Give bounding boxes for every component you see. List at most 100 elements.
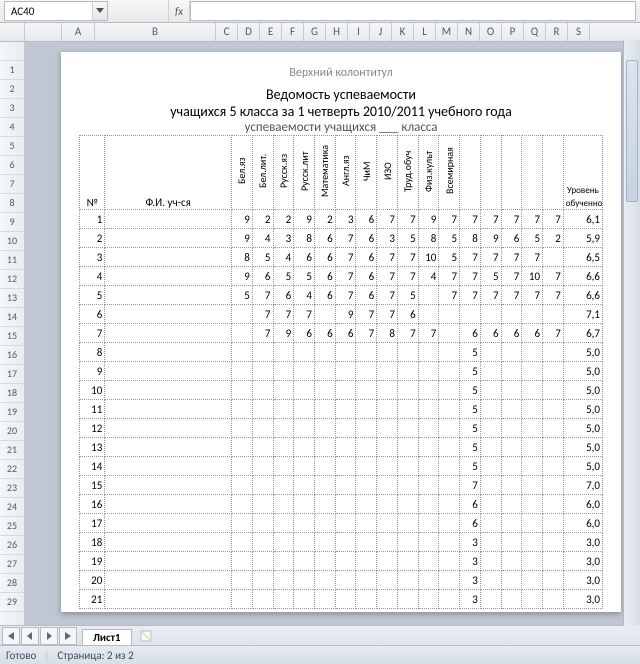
sheet-nav-first-icon[interactable] bbox=[2, 627, 20, 645]
cell-name[interactable] bbox=[105, 514, 232, 533]
cell-grade-6[interactable]: 6 bbox=[356, 210, 377, 229]
cell-grade-0[interactable] bbox=[232, 400, 253, 419]
column-header-N[interactable]: N bbox=[458, 23, 480, 41]
cell-grade-15[interactable] bbox=[543, 305, 564, 324]
cell-no[interactable]: 16 bbox=[80, 495, 105, 514]
cell-grade-1[interactable]: 2 bbox=[252, 210, 273, 229]
cell-grade-0[interactable] bbox=[232, 457, 253, 476]
cell-grade-13[interactable] bbox=[501, 495, 522, 514]
cell-grade-11[interactable]: 6 bbox=[460, 324, 481, 343]
cell-grade-1[interactable] bbox=[252, 438, 273, 457]
row-header[interactable]: 27 bbox=[0, 555, 24, 574]
cell-grade-5[interactable] bbox=[335, 419, 356, 438]
cell-grade-8[interactable] bbox=[397, 438, 418, 457]
cell-grade-2[interactable] bbox=[273, 495, 294, 514]
cell-grade-10[interactable] bbox=[439, 324, 460, 343]
cell-grade-15[interactable]: 7 bbox=[543, 267, 564, 286]
cell-grade-6[interactable] bbox=[356, 457, 377, 476]
row-header[interactable]: 7 bbox=[0, 175, 24, 194]
cell-grade-12[interactable] bbox=[480, 571, 501, 590]
cell-no[interactable]: 13 bbox=[80, 438, 105, 457]
row-header[interactable]: 15 bbox=[0, 327, 24, 346]
cell-grade-15[interactable] bbox=[543, 343, 564, 362]
cell-grade-0[interactable] bbox=[232, 438, 253, 457]
cell-grade-6[interactable] bbox=[356, 438, 377, 457]
cell-grade-7[interactable] bbox=[377, 457, 398, 476]
cell-grade-11[interactable]: 5 bbox=[460, 362, 481, 381]
cell-grade-5[interactable] bbox=[335, 400, 356, 419]
cell-grade-5[interactable]: 3 bbox=[335, 210, 356, 229]
cell-grade-8[interactable]: 7 bbox=[397, 248, 418, 267]
cell-grade-7[interactable] bbox=[377, 362, 398, 381]
cell-grade-9[interactable] bbox=[418, 343, 439, 362]
cell-grade-6[interactable] bbox=[356, 419, 377, 438]
cell-grade-14[interactable]: 7 bbox=[522, 210, 543, 229]
cell-no[interactable]: 11 bbox=[80, 400, 105, 419]
row-header[interactable]: 3 bbox=[0, 99, 24, 118]
cell-name[interactable] bbox=[105, 286, 232, 305]
cell-grade-6[interactable] bbox=[356, 571, 377, 590]
row-header[interactable]: 2 bbox=[0, 80, 24, 99]
cell-name[interactable] bbox=[105, 362, 232, 381]
cell-grade-1[interactable]: 7 bbox=[252, 305, 273, 324]
cell-no[interactable]: 5 bbox=[80, 286, 105, 305]
cell-grade-1[interactable]: 5 bbox=[252, 248, 273, 267]
cell-grade-2[interactable] bbox=[273, 514, 294, 533]
cell-grade-6[interactable] bbox=[356, 514, 377, 533]
cell-grade-3[interactable] bbox=[294, 457, 315, 476]
cell-grade-9[interactable] bbox=[418, 514, 439, 533]
cell-level[interactable]: 6,6 bbox=[563, 267, 602, 286]
cell-grade-8[interactable] bbox=[397, 552, 418, 571]
cell-no[interactable]: 10 bbox=[80, 381, 105, 400]
cell-grade-10[interactable] bbox=[439, 305, 460, 324]
cell-name[interactable] bbox=[105, 381, 232, 400]
cell-grade-12[interactable]: 6 bbox=[480, 324, 501, 343]
cell-grade-0[interactable] bbox=[232, 343, 253, 362]
row-header[interactable]: 29 bbox=[0, 593, 24, 612]
cell-grade-14[interactable] bbox=[522, 552, 543, 571]
cell-grade-11[interactable]: 7 bbox=[460, 286, 481, 305]
cell-grade-1[interactable] bbox=[252, 571, 273, 590]
cell-grade-2[interactable]: 2 bbox=[273, 210, 294, 229]
cell-grade-4[interactable] bbox=[314, 438, 335, 457]
cell-grade-14[interactable] bbox=[522, 438, 543, 457]
cell-grade-1[interactable] bbox=[252, 590, 273, 609]
cell-grade-12[interactable] bbox=[480, 533, 501, 552]
cell-level[interactable]: 3,0 bbox=[563, 571, 602, 590]
cell-grade-5[interactable] bbox=[335, 457, 356, 476]
cell-grade-0[interactable] bbox=[232, 590, 253, 609]
cell-grade-1[interactable] bbox=[252, 400, 273, 419]
cell-grade-0[interactable]: 9 bbox=[232, 229, 253, 248]
cell-grade-13[interactable] bbox=[501, 381, 522, 400]
column-header-S[interactable]: S bbox=[568, 23, 590, 41]
cell-grade-0[interactable] bbox=[232, 571, 253, 590]
cell-grade-5[interactable]: 6 bbox=[335, 324, 356, 343]
cell-grade-9[interactable]: 7 bbox=[418, 324, 439, 343]
cell-grade-5[interactable] bbox=[335, 533, 356, 552]
row-header[interactable]: 25 bbox=[0, 517, 24, 536]
sheet-nav-next-icon[interactable] bbox=[40, 627, 58, 645]
cell-grade-4[interactable]: 6 bbox=[314, 286, 335, 305]
cell-grade-15[interactable] bbox=[543, 419, 564, 438]
cell-grade-8[interactable] bbox=[397, 457, 418, 476]
fx-icon[interactable]: fx bbox=[168, 0, 190, 22]
cell-name[interactable] bbox=[105, 590, 232, 609]
cell-grade-12[interactable] bbox=[480, 400, 501, 419]
cell-name[interactable] bbox=[105, 267, 232, 286]
sheet-nav-last-icon[interactable] bbox=[59, 627, 77, 645]
cell-grade-9[interactable] bbox=[418, 381, 439, 400]
cell-grade-13[interactable]: 7 bbox=[501, 248, 522, 267]
cell-grade-15[interactable] bbox=[543, 514, 564, 533]
row-header[interactable]: 23 bbox=[0, 479, 24, 498]
cell-grade-4[interactable] bbox=[314, 533, 335, 552]
cell-grade-12[interactable] bbox=[480, 552, 501, 571]
column-header-R[interactable]: R bbox=[546, 23, 568, 41]
cell-grade-10[interactable] bbox=[439, 476, 460, 495]
cell-grade-15[interactable] bbox=[543, 571, 564, 590]
cell-level[interactable]: 7,0 bbox=[563, 476, 602, 495]
cell-name[interactable] bbox=[105, 343, 232, 362]
cell-grade-6[interactable]: 6 bbox=[356, 248, 377, 267]
sheet-nav-prev-icon[interactable] bbox=[21, 627, 39, 645]
cell-level[interactable]: 5,0 bbox=[563, 438, 602, 457]
row-header[interactable]: 1 bbox=[0, 61, 24, 80]
